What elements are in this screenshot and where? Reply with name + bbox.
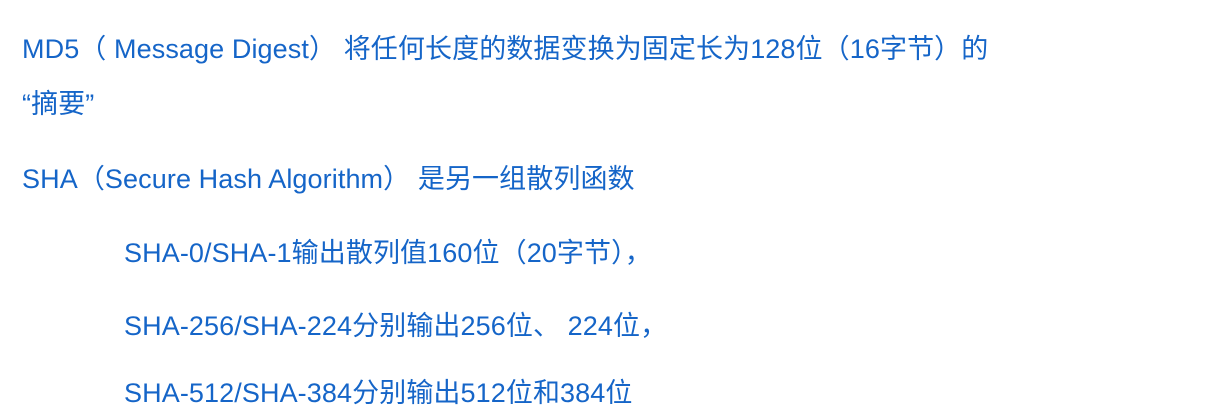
md5-description-line: MD5（ Message Digest） 将任何长度的数据变换为固定长为128位… — [22, 34, 989, 64]
sha-256-224-output-line: SHA-256/SHA-224分别输出256位、 224位， — [124, 311, 668, 341]
document-slide: MD5（ Message Digest） 将任何长度的数据变换为固定长为128位… — [0, 0, 1218, 419]
sha-512-384-output-line: SHA-512/SHA-384分别输出512位和384位 — [124, 378, 633, 408]
md5-description-continuation: “摘要” — [22, 89, 95, 119]
sha-description-line: SHA（Secure Hash Algorithm） 是另一组散列函数 — [22, 164, 635, 194]
sha-0-1-output-line: SHA-0/SHA-1输出散列值160位（20字节）， — [124, 238, 652, 268]
